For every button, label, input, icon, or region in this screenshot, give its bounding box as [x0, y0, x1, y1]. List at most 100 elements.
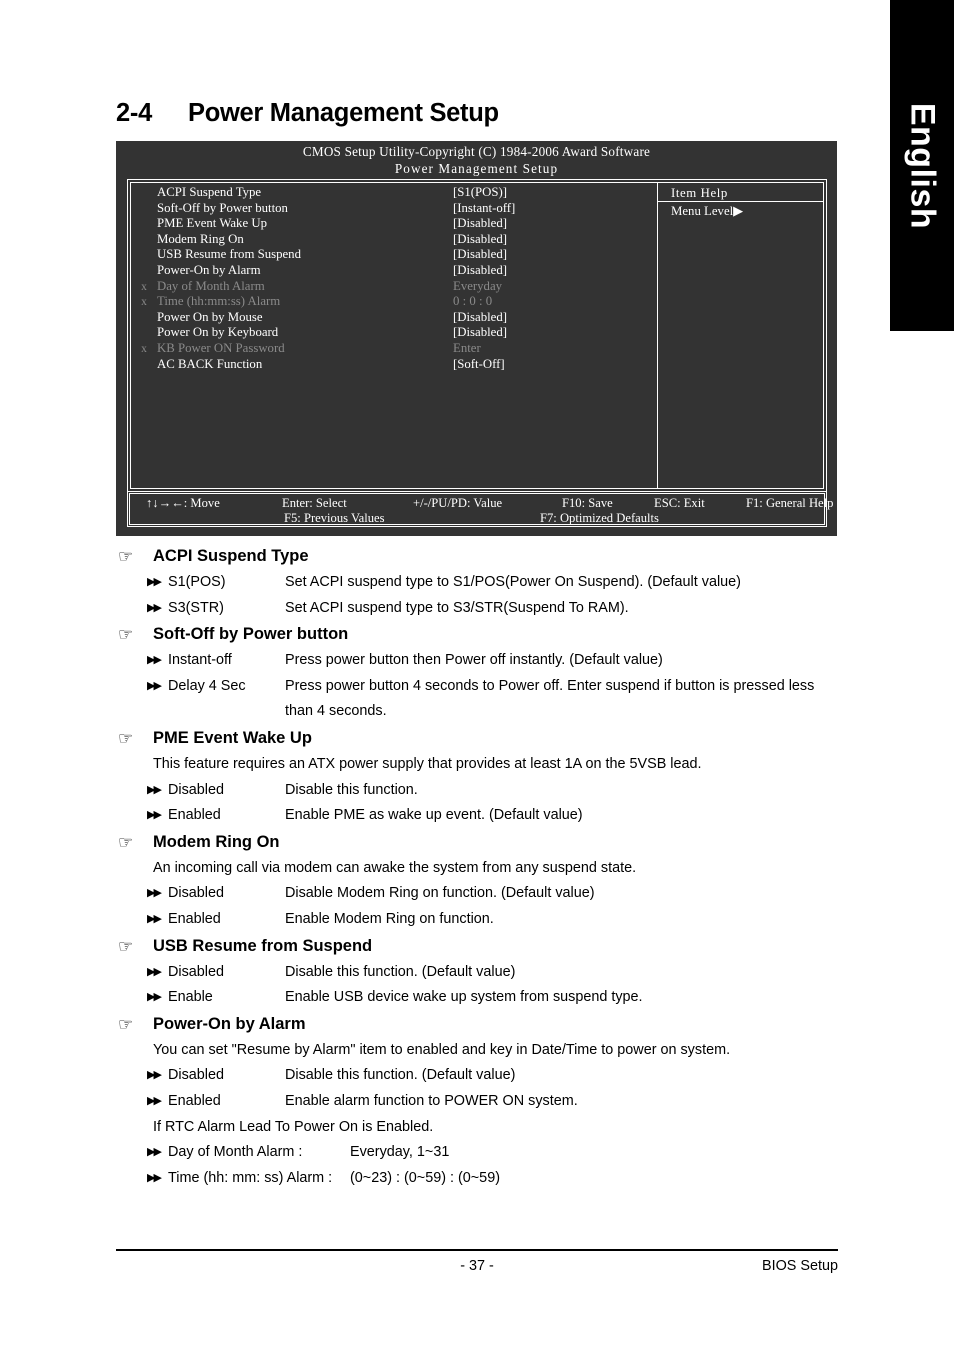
option-value-key: Enabled: [168, 910, 221, 927]
option-value-desc: Enable Modem Ring on function.: [285, 910, 494, 927]
bios-row: x KB Power ON Password Enter: [131, 341, 657, 357]
double-triangle-icon: ▶▶: [147, 1069, 162, 1082]
bios-row-value[interactable]: [Disabled]: [453, 216, 507, 232]
bios-body-frame: ACPI Suspend Type [S1(POS)] Soft-Off by …: [127, 179, 827, 492]
section-title: Power Management Setup: [188, 99, 499, 127]
key-select: Enter: Select: [282, 496, 347, 510]
bios-item-help-panel: Item Help Menu Level▶: [658, 183, 823, 488]
key-previous-values: F5: Previous Values: [284, 511, 385, 525]
bios-row-label: Power-On by Alarm: [157, 262, 261, 277]
hand-pointer-icon: ☞: [118, 936, 134, 956]
bios-row[interactable]: PME Event Wake Up [Disabled]: [131, 216, 657, 232]
option-value-row: ▶▶ S3(STR) Set ACPI suspend type to S3/ST…: [116, 596, 856, 622]
double-triangle-icon: ▶▶: [147, 1094, 162, 1107]
bios-row: x Time (hh:mm:ss) Alarm 0 : 0 : 0: [131, 294, 657, 310]
option-value-row: ▶▶ Time (hh: mm: ss) Alarm : (0~23) : (0~…: [116, 1166, 856, 1192]
double-triangle-icon: ▶▶: [147, 991, 162, 1004]
bios-row-value: 0 : 0 : 0: [453, 294, 493, 309]
hand-pointer-icon: ☞: [118, 1014, 134, 1034]
bios-settings-list: ACPI Suspend Type [S1(POS)] Soft-Off by …: [131, 183, 657, 488]
bios-row[interactable]: ACPI Suspend Type [S1(POS)]: [131, 185, 657, 201]
option-section-power-on-by-alarm: ☞ Power-On by Alarm You can set "Resume …: [116, 1011, 856, 1192]
bios-menu-name: Power Management Setup: [394, 160, 559, 176]
option-heading-label: USB Resume from Suspend: [153, 936, 373, 955]
bios-row-value[interactable]: [Instant-off]: [453, 201, 515, 217]
language-side-tab: English: [890, 0, 954, 331]
option-heading: ☞ Modem Ring On: [116, 829, 856, 856]
option-section-usb-resume-from-suspend: ☞ USB Resume from Suspend ▶▶ Disabled Dis…: [116, 933, 856, 1011]
bios-row[interactable]: USB Resume from Suspend [Disabled]: [131, 247, 657, 263]
bios-row-value[interactable]: [S1(POS)]: [453, 185, 507, 201]
option-value-key: Enable: [168, 989, 213, 1006]
option-value-desc: Set ACPI suspend type to S1/POS(Power On…: [285, 574, 741, 590]
option-value-key: S1(POS): [168, 574, 226, 590]
item-help-title: Item Help: [658, 185, 823, 202]
option-value-key: Delay 4 Sec: [168, 677, 246, 694]
key-save: F10: Save: [562, 496, 613, 510]
bios-row[interactable]: AC BACK Function [Soft-Off]: [131, 357, 657, 373]
bios-row-value[interactable]: [Disabled]: [453, 325, 507, 341]
bios-row: x Day of Month Alarm Everyday: [131, 279, 657, 295]
option-value-key: Time (hh: mm: ss) Alarm :: [168, 1169, 333, 1186]
option-value-row: ▶▶ Enable Enable USB device wake up syste…: [116, 985, 856, 1011]
key-value: +/-/PU/PD: Value: [413, 496, 503, 510]
option-value-key: Disabled: [168, 1067, 224, 1084]
option-value-desc: Disable Modem Ring on function. (Default…: [285, 885, 595, 902]
option-section-pme-event-wake-up: ☞ PME Event Wake Up This feature require…: [116, 725, 856, 829]
bios-row-value[interactable]: [Soft-Off]: [453, 357, 505, 373]
option-heading-label: ACPI Suspend Type: [153, 547, 309, 565]
double-triangle-icon: ▶▶: [147, 576, 162, 588]
bios-row-label: ACPI Suspend Type: [157, 185, 262, 199]
footer-section-label: BIOS Setup: [762, 1258, 838, 1274]
bios-row-value[interactable]: [Disabled]: [453, 263, 507, 279]
option-section-acpi-suspend-type: ☞ ACPI Suspend Type ▶▶ S1(POS) Set ACPI s…: [116, 543, 856, 621]
option-value-desc: Everyday, 1~31: [350, 1144, 450, 1161]
bios-row-label: Soft-Off by Power button: [157, 200, 288, 215]
double-triangle-icon: ▶▶: [147, 887, 162, 900]
option-value-row: ▶▶ Disabled Disable Modem Ring on functio…: [116, 881, 856, 907]
hand-pointer-icon: ☞: [118, 728, 134, 748]
option-value-desc: Enable USB device wake up system from su…: [285, 989, 643, 1006]
option-value-row: ▶▶ Delay 4 Sec Press power button 4 secon…: [116, 674, 856, 725]
bios-row-value[interactable]: [Disabled]: [453, 310, 507, 326]
option-value-desc: Enable PME as wake up event. (Default va…: [285, 807, 583, 824]
option-note: An incoming call via modem can awake the…: [153, 859, 637, 876]
option-value-desc: Press power button 4 seconds to Power of…: [285, 677, 815, 694]
bios-row[interactable]: Power-On by Alarm [Disabled]: [131, 263, 657, 279]
bios-row-value[interactable]: [Disabled]: [453, 247, 507, 263]
option-value-desc: Set ACPI suspend type to S3/STR(Suspend …: [285, 599, 629, 616]
option-value-row: ▶▶ Disabled Disable this function. (Defau…: [116, 1063, 856, 1089]
bios-row-label: Modem Ring On: [157, 231, 244, 246]
bios-row-label: KB Power ON Password: [157, 340, 285, 355]
double-triangle-icon: ▶▶: [147, 679, 162, 692]
option-value-key: Instant-off: [168, 652, 232, 669]
bios-body-inner-frame: ACPI Suspend Type [S1(POS)] Soft-Off by …: [130, 182, 824, 489]
option-value-desc: Disable this function.: [285, 781, 418, 798]
option-value-row: ▶▶ Disabled Disable this function. (Defau…: [116, 960, 856, 986]
key-exit: ESC: Exit: [654, 496, 705, 510]
bios-row-label: Day of Month Alarm: [157, 278, 265, 293]
bios-row-marker: x: [141, 342, 147, 355]
option-value-row: ▶▶ Enabled Enable alarm function to POWER…: [116, 1089, 856, 1115]
double-triangle-icon: ▶▶: [147, 809, 162, 822]
option-note: You can set "Resume by Alarm" item to en…: [153, 1041, 731, 1058]
double-triangle-icon: ▶▶: [147, 783, 162, 796]
option-note: This feature requires an ATX power suppl…: [153, 755, 702, 772]
option-heading: ☞ ACPI Suspend Type: [116, 543, 856, 570]
option-heading: ☞ Soft-Off by Power button: [116, 621, 856, 648]
bios-row-label: USB Resume from Suspend: [157, 247, 301, 262]
option-value-row: ▶▶ Enabled Enable Modem Ring on function.: [116, 907, 856, 933]
bios-row[interactable]: Soft-Off by Power button [Instant-off]: [131, 201, 657, 217]
option-heading-label: PME Event Wake Up: [153, 728, 312, 747]
option-heading-label: Soft-Off by Power button: [153, 625, 349, 644]
bios-setup-screenshot: CMOS Setup Utility-Copyright (C) 1984-20…: [116, 141, 837, 536]
bios-key-legend-frame: ↑↓→←: Move Enter: Select +/-/PU/PD: Valu…: [127, 491, 833, 527]
bios-row-value[interactable]: [Disabled]: [453, 232, 507, 248]
double-triangle-icon: ▶▶: [147, 654, 162, 667]
option-heading-label: Power-On by Alarm: [153, 1014, 306, 1033]
option-value-key: Disabled: [168, 781, 224, 798]
bios-row[interactable]: Modem Ring On [Disabled]: [131, 232, 657, 248]
bios-row[interactable]: Power On by Mouse [Disabled]: [131, 310, 657, 326]
bios-row[interactable]: Power On by Keyboard [Disabled]: [131, 325, 657, 341]
option-heading: ☞ Power-On by Alarm: [116, 1011, 856, 1038]
